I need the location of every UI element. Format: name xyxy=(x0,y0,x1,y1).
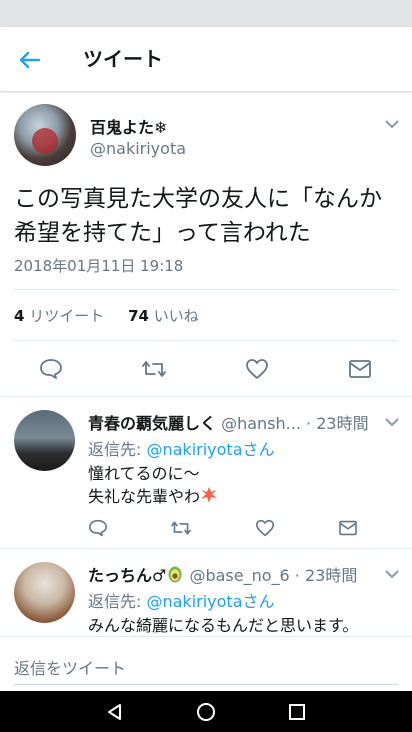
divider xyxy=(0,548,412,549)
chevron-down-icon[interactable] xyxy=(384,569,400,579)
like-icon[interactable] xyxy=(252,516,278,540)
app-bar: ツイート xyxy=(0,27,412,92)
like-icon[interactable] xyxy=(244,357,270,381)
reply-icon[interactable] xyxy=(85,516,111,540)
like-stat[interactable]: 74 いいね xyxy=(128,307,199,325)
reply-time: · 23時間 xyxy=(306,414,369,433)
retweet-stat[interactable]: 4 リツイート xyxy=(14,307,104,325)
user-handle[interactable]: @base_no_6 xyxy=(189,566,289,585)
tweet-actions xyxy=(0,357,412,381)
avocado-emoji xyxy=(168,566,182,583)
reply-text-line: 失礼な先輩やわ xyxy=(88,483,218,507)
avatar[interactable] xyxy=(14,562,75,623)
page-title: ツイート xyxy=(83,47,163,71)
display-name[interactable]: 百鬼よた❄ xyxy=(90,114,167,138)
chevron-down-icon[interactable] xyxy=(384,417,400,427)
divider xyxy=(14,340,398,341)
reply-text-line: みんな綺麗になるもんだと思います。 xyxy=(88,616,359,635)
dm-icon[interactable] xyxy=(347,357,373,381)
reply-time: · 23時間 xyxy=(294,566,358,585)
status-bar xyxy=(0,0,412,27)
back-arrow-icon[interactable] xyxy=(14,45,44,75)
nav-back-icon[interactable] xyxy=(102,699,128,725)
tweet-text: この写真見た大学の友人に「なんか希望を持てた」って言われた xyxy=(14,186,382,246)
tweet-stats: 4 リツイート 74 いいね xyxy=(14,305,199,326)
reply-compose-bar[interactable]: 返信をツイート xyxy=(0,636,412,692)
input-underline xyxy=(14,684,398,685)
nav-recents-icon[interactable] xyxy=(284,699,310,725)
anger-symbol-emoji xyxy=(201,487,218,503)
avatar[interactable] xyxy=(14,410,75,471)
reply-text-line: 憧れてるのに〜 xyxy=(88,464,200,483)
reply-actions xyxy=(0,516,412,540)
reply-icon[interactable] xyxy=(38,357,64,381)
reply-header: 青春の覇気麗しく @hansh... · 23時間 xyxy=(88,410,369,434)
reply-input[interactable]: 返信をツイート xyxy=(14,655,126,679)
retweet-icon[interactable] xyxy=(141,357,167,381)
user-handle[interactable]: @nakiriyota xyxy=(90,139,186,158)
mention-link[interactable]: @nakiriyotaさん xyxy=(146,440,274,459)
reply-to: 返信先: @nakiriyotaさん xyxy=(88,592,275,611)
reply-header: たっちん♂ @base_no_6 · 23時間 xyxy=(88,562,357,586)
reply-to: 返信先: @nakiriyotaさん xyxy=(88,440,275,459)
display-name[interactable]: たっちん♂ xyxy=(88,566,166,585)
user-handle[interactable]: @hansh... xyxy=(221,414,301,433)
retweet-icon[interactable] xyxy=(168,516,194,540)
system-nav-bar xyxy=(0,691,412,732)
mention-link[interactable]: @nakiriyotaさん xyxy=(146,592,274,611)
dm-icon[interactable] xyxy=(335,516,361,540)
divider xyxy=(14,289,398,290)
tweet-timestamp: 2018年01月11日 19:18 xyxy=(14,257,184,275)
avatar[interactable] xyxy=(14,104,76,166)
chevron-down-icon[interactable] xyxy=(384,119,400,129)
nav-home-icon[interactable] xyxy=(193,699,219,725)
divider xyxy=(0,396,412,397)
display-name[interactable]: 青春の覇気麗しく xyxy=(88,414,216,433)
